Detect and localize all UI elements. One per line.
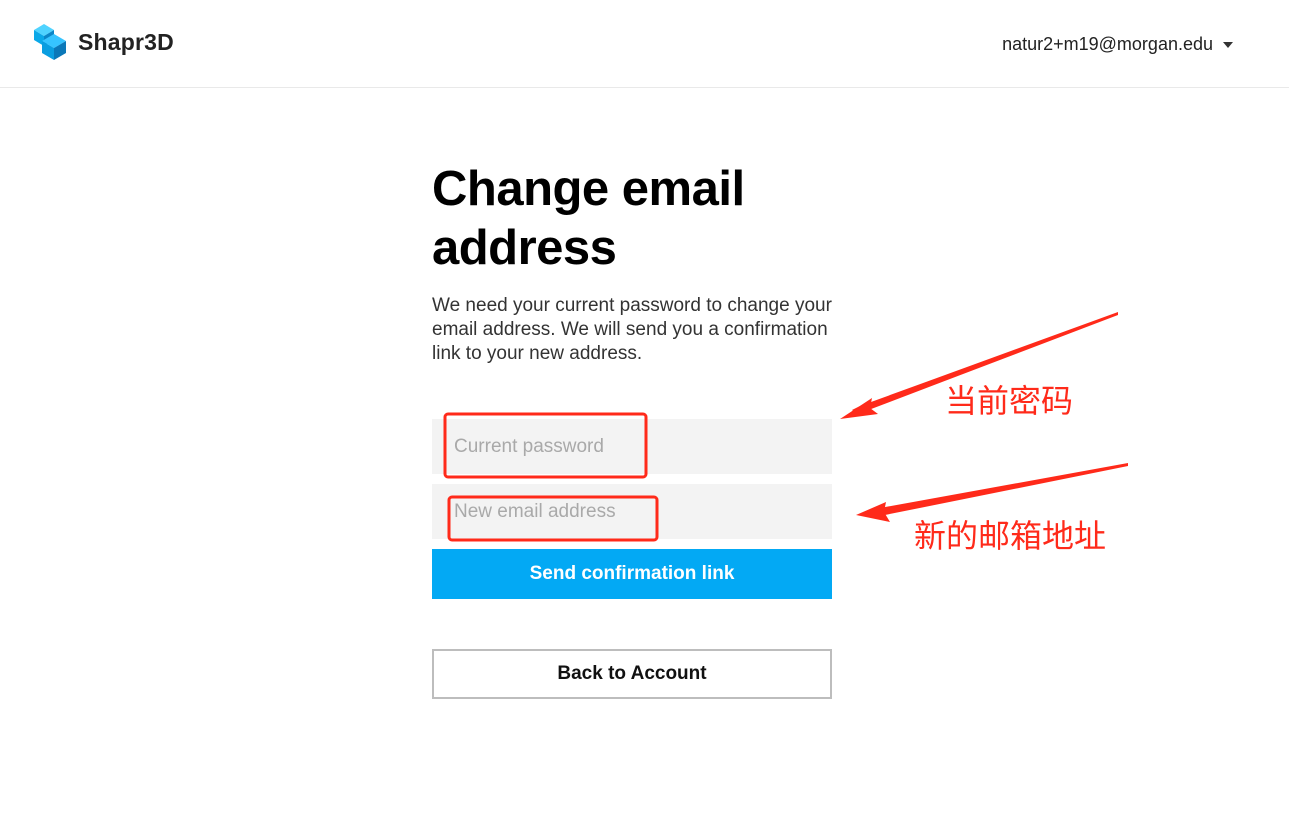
annotation-label-password: 当前密码 — [945, 382, 1074, 420]
shapr3d-logo-icon — [34, 24, 66, 60]
new-email-input[interactable] — [432, 484, 832, 539]
caret-down-icon — [1223, 41, 1233, 48]
brand-name: Shapr3D — [78, 28, 174, 55]
back-to-account-button[interactable]: Back to Account — [432, 649, 832, 699]
form-description: We need your current password to change … — [432, 295, 832, 364]
brand-logo[interactable]: Shapr3D — [32, 22, 174, 62]
user-email: natur2+m19@morgan.edu — [1002, 34, 1213, 54]
page-title: Change email address — [432, 162, 745, 275]
user-account-menu[interactable]: natur2+m19@morgan.edu — [1002, 34, 1233, 55]
change-email-form: Change email address We need your curren… — [432, 160, 832, 699]
annotation-label-email: 新的邮箱地址 — [914, 517, 1107, 555]
current-password-input[interactable] — [432, 419, 832, 474]
page: Shapr3D natur2+m19@morgan.edu Change ema… — [0, 0, 1289, 817]
send-confirmation-button[interactable]: Send confirmation link — [432, 549, 832, 599]
top-header: Shapr3D natur2+m19@morgan.edu — [0, 0, 1289, 88]
